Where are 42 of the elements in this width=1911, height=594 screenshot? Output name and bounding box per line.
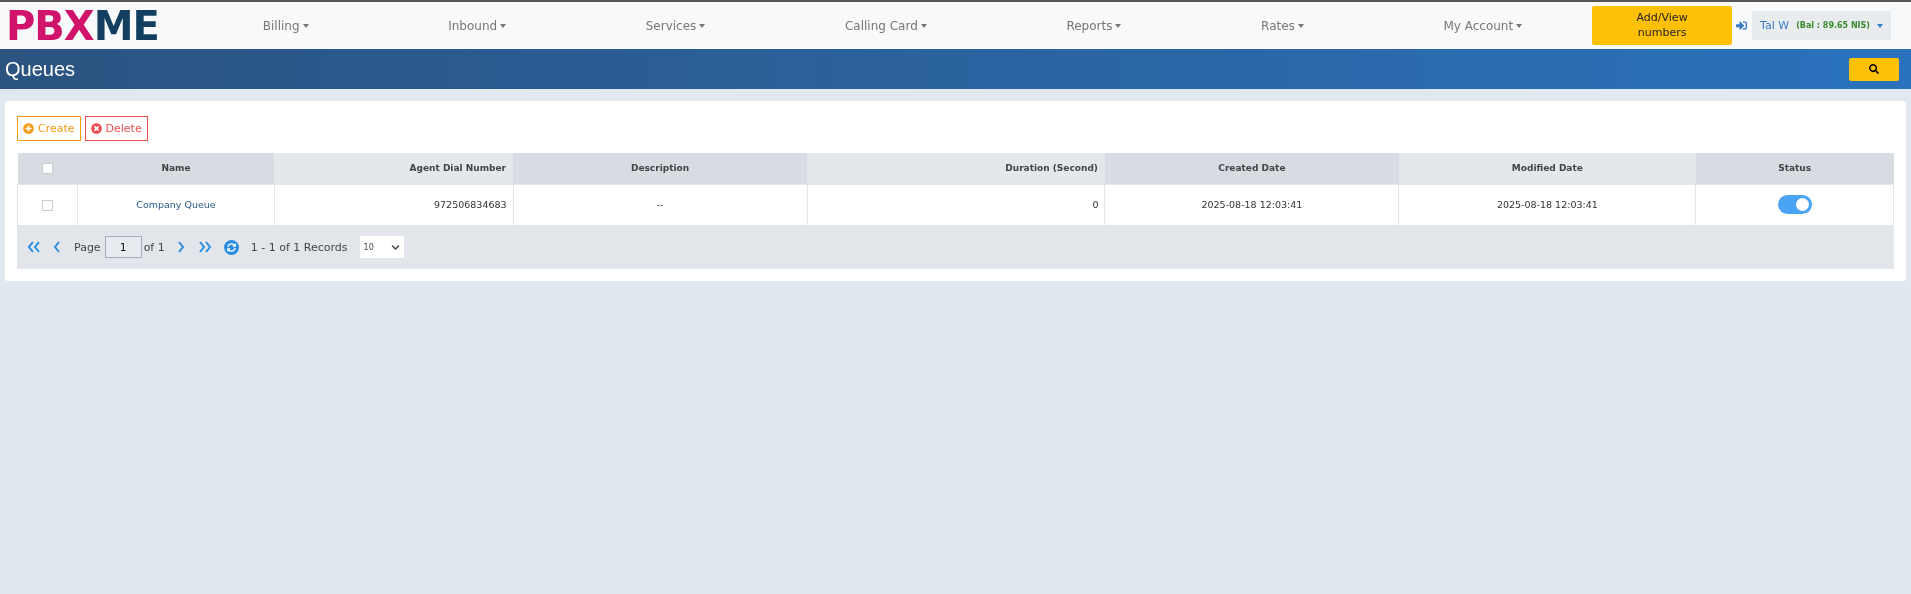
login-icon — [1736, 20, 1748, 31]
nav-menu-item[interactable]: Inbound — [448, 18, 507, 33]
row-checkbox[interactable] — [42, 199, 54, 211]
column-header[interactable]: Created Date — [1104, 153, 1399, 184]
page-label: Page — [74, 240, 101, 254]
status-toggle[interactable] — [1777, 195, 1812, 214]
select-all-checkbox[interactable] — [42, 162, 54, 174]
search-button[interactable] — [1849, 57, 1899, 81]
column-header[interactable]: Modified Date — [1398, 153, 1696, 184]
page-size-select[interactable]: 10 — [359, 236, 404, 258]
nav-menu-item[interactable]: Rates — [1261, 18, 1304, 33]
double-left-chevron-icon[interactable] — [27, 241, 41, 253]
column-header[interactable]: Agent Dial Number — [274, 153, 514, 184]
table-cell: 972506834683 — [434, 199, 507, 210]
column-header[interactable]: Duration (Second) — [807, 153, 1105, 184]
left-chevron-icon[interactable] — [53, 241, 62, 253]
table-cell: 2025-08-18 12:03:41 — [1201, 199, 1303, 210]
add-numbers-button[interactable]: Add/View numbers — [1592, 6, 1733, 45]
logo[interactable]: PBXME — [0, 2, 193, 49]
page-input[interactable]: 1 — [104, 236, 142, 258]
column-header[interactable]: Name — [77, 153, 275, 184]
refresh-icon[interactable] — [223, 239, 239, 255]
search-icon — [1869, 64, 1879, 74]
records-count: 1 - 1 of 1 Records — [250, 240, 348, 254]
double-right-chevron-icon[interactable] — [197, 241, 212, 253]
table-cell: 0 — [1092, 199, 1099, 210]
page-count: of 1 — [143, 240, 165, 254]
nav-menu-item[interactable]: Calling Card — [844, 18, 927, 33]
nav-menu-item[interactable]: Services — [645, 18, 706, 33]
table-cell: -- — [656, 199, 664, 210]
chevron-down-icon — [390, 242, 400, 252]
right-chevron-icon[interactable] — [176, 241, 186, 253]
nav-menu-item[interactable]: Reports — [1066, 18, 1122, 33]
queue-name-link[interactable]: Company Queue — [136, 199, 216, 210]
nav-menu-item[interactable]: My Account — [1443, 18, 1523, 33]
column-header[interactable]: Status — [1695, 153, 1894, 184]
delete-button[interactable]: Delete — [84, 116, 148, 141]
column-header[interactable]: Description — [513, 153, 807, 184]
nav-menu-item[interactable]: Billing — [262, 18, 309, 33]
page-title: Queues — [5, 57, 76, 81]
table-cell: 2025-08-18 12:03:41 — [1496, 199, 1598, 210]
user-menu-button[interactable]: Tal W (Bal : 89.65 NIS) — [1752, 11, 1891, 40]
